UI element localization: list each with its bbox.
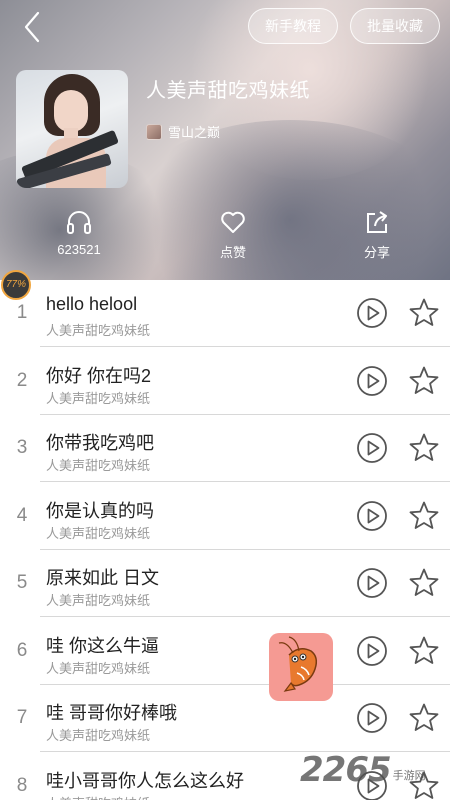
play-button[interactable] (356, 432, 388, 464)
star-icon (409, 636, 439, 664)
play-circle-icon (357, 298, 387, 328)
plays-count: 623521 (57, 242, 101, 257)
play-button[interactable] (356, 635, 388, 667)
song-title: 原来如此 日文 (46, 568, 160, 588)
song-index: 2 (16, 369, 28, 391)
play-circle-icon (357, 703, 387, 733)
share-icon (367, 211, 387, 233)
like-button[interactable]: 点赞 (188, 208, 278, 261)
favorite-button[interactable] (408, 500, 440, 532)
favorite-button[interactable] (408, 567, 440, 599)
song-row[interactable]: 3 你带我吃鸡吧人美声甜吃鸡妹纸 (0, 415, 450, 482)
watermark-text: 手游网 (392, 770, 426, 782)
favorite-button[interactable] (408, 702, 440, 734)
song-title: 哇 你这么牛逼 (46, 635, 160, 656)
song-row[interactable]: 5 原来如此 日文人美声甜吃鸡妹纸 (0, 550, 450, 617)
play-circle-icon (357, 433, 387, 463)
song-title: 哇 哥哥你好棒哦 (46, 703, 178, 723)
song-row[interactable]: 1 hello helool 人美声甜吃鸡妹纸 (0, 280, 450, 347)
chevron-left-icon (24, 11, 40, 43)
shrimp-float-button[interactable] (269, 633, 333, 701)
song-title: 你是认真的吗 (46, 500, 154, 521)
play-button[interactable] (356, 297, 388, 329)
song-row[interactable]: 4 你是认真的吗人美声甜吃鸡妹纸 (0, 483, 450, 550)
play-button[interactable] (356, 365, 388, 397)
progress-badge[interactable]: 77% (1, 270, 31, 300)
song-subtitle: 人美声甜吃鸡妹纸 (46, 728, 151, 743)
shrimp-icon (278, 636, 318, 692)
favorite-button[interactable] (408, 365, 440, 397)
play-button[interactable] (356, 702, 388, 734)
song-index: 7 (16, 707, 28, 728)
play-circle-icon (357, 568, 387, 598)
playlist-header: 新手教程 批量收藏 人美声甜吃鸡妹纸 雪山之巅 623521 点赞 分享 (0, 0, 450, 280)
star-icon (409, 366, 439, 394)
song-subtitle: 人美声甜吃鸡妹纸 (46, 593, 151, 608)
plays-stat[interactable]: 623521 (34, 208, 124, 257)
play-button[interactable] (356, 500, 388, 532)
heart-icon (221, 211, 245, 233)
site-watermark: 2265 手游网 (300, 748, 450, 792)
play-button[interactable] (356, 567, 388, 599)
song-row[interactable]: 6 哇 你这么牛逼人美声甜吃鸡妹纸 (0, 618, 450, 685)
song-row[interactable]: 2 你好 你在吗2 人美声甜吃鸡妹纸 (0, 348, 450, 415)
play-circle-icon (357, 365, 387, 396)
song-subtitle: 人美声甜吃鸡妹纸 (46, 458, 151, 473)
song-list: 1 hello helool 人美声甜吃鸡妹纸 2 你好 你在吗2 人美声甜吃鸡妹纸 3 你带… (0, 280, 450, 800)
song-subtitle: 人美声甜吃鸡妹纸 (46, 390, 151, 406)
batch-collect-button[interactable]: 批量收藏 (350, 8, 440, 44)
star-icon (409, 433, 439, 461)
share-button[interactable]: 分享 (332, 208, 422, 261)
song-row[interactable]: 7 哇 哥哥你好棒哦人美声甜吃鸡妹纸 (0, 685, 450, 752)
share-label: 分享 (363, 245, 390, 260)
song-index: 6 (16, 639, 28, 661)
tutorial-button[interactable]: 新手教程 (248, 8, 338, 44)
song-subtitle: 人美声甜吃鸡妹纸 (46, 793, 150, 800)
back-button[interactable] (18, 10, 48, 44)
play-circle-icon (357, 500, 387, 531)
playlist-title: 人美声甜吃鸡妹纸 (146, 80, 310, 102)
author-link[interactable]: 雪山之巅 (146, 122, 220, 141)
star-icon (409, 703, 439, 731)
author-avatar (146, 123, 162, 140)
playlist-cover-image[interactable] (16, 70, 128, 188)
song-title: 你带我吃鸡吧 (46, 433, 154, 453)
song-subtitle: 人美声甜吃鸡妹纸 (46, 660, 151, 676)
like-label: 点赞 (219, 245, 246, 260)
song-title: hello helool (46, 294, 138, 314)
song-index: 5 (16, 572, 28, 593)
play-circle-icon (357, 635, 387, 666)
author-name: 雪山之巅 (168, 125, 221, 140)
star-icon (409, 501, 439, 529)
song-title: 哇小哥哥你人怎么这么好 (46, 770, 244, 791)
song-index: 4 (16, 504, 28, 526)
favorite-button[interactable] (408, 297, 440, 329)
star-icon (409, 568, 439, 596)
song-index: 8 (16, 774, 28, 796)
favorite-button[interactable] (408, 432, 440, 464)
song-subtitle: 人美声甜吃鸡妹纸 (46, 525, 151, 541)
song-subtitle: 人美声甜吃鸡妹纸 (46, 323, 151, 338)
favorite-button[interactable] (408, 635, 440, 667)
headphones-icon (67, 211, 91, 234)
song-index: 3 (16, 437, 28, 458)
star-icon (409, 298, 439, 326)
watermark-number: 2265 (300, 750, 392, 790)
song-index: 1 (16, 302, 28, 323)
song-title: 你好 你在吗2 (46, 365, 152, 386)
